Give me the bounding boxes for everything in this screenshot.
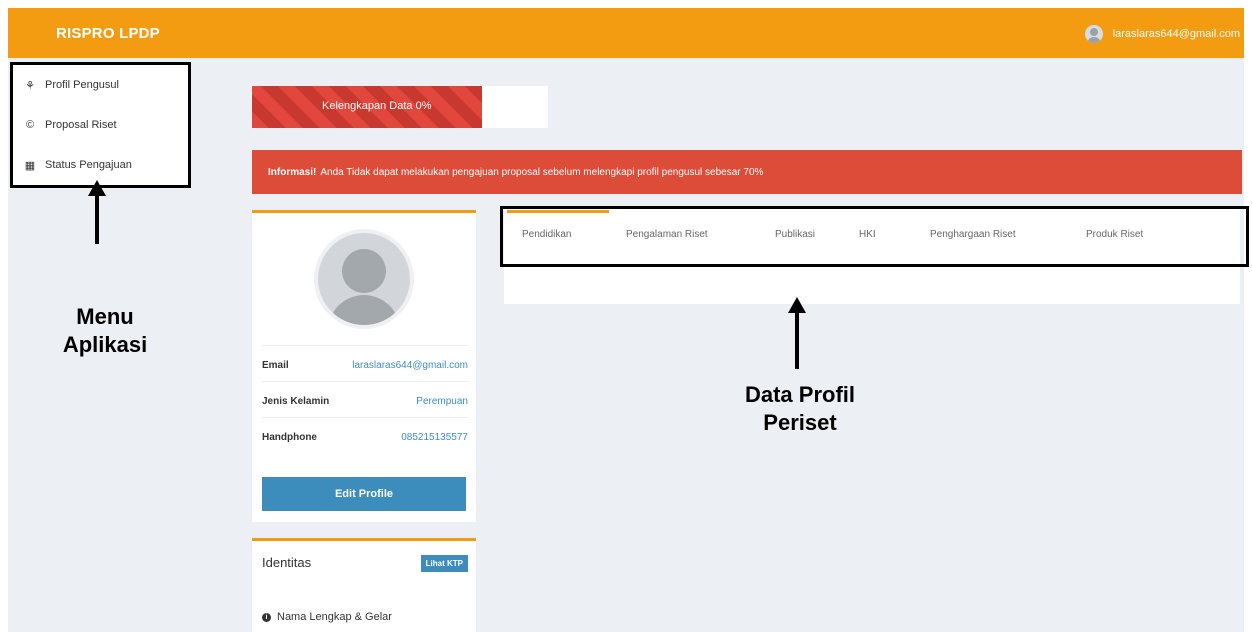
identity-title: Identitas	[262, 555, 312, 570]
user-email[interactable]: laraslaras644@gmail.com	[1113, 28, 1240, 40]
profile-card: Email laraslaras644@gmail.com Jenis Kela…	[252, 210, 476, 522]
grid-icon: ▦	[24, 159, 36, 172]
annotation-line: Menu	[76, 304, 134, 329]
annotation-line: Aplikasi	[62, 332, 148, 357]
sidebar-item-label: Proposal Riset	[45, 119, 117, 131]
app-page: RISPRO LPDP laraslaras644@gmail.com ⚘ Pr…	[0, 0, 1252, 632]
completeness-progress: Kelengkapan Data 0%	[252, 86, 548, 128]
top-navbar: RISPRO LPDP laraslaras644@gmail.com	[8, 8, 1244, 58]
alert-text: Anda Tidak dapat melakukan pengajuan pro…	[320, 166, 764, 178]
users-icon: ⚘	[25, 79, 35, 92]
arrow-shaft	[795, 311, 799, 369]
sidebar-item-proposal-riset[interactable]: © Proposal Riset	[13, 105, 188, 145]
info-icon: i	[262, 612, 271, 622]
annotation-menu-aplikasi: Menu Aplikasi	[30, 303, 180, 359]
progress-label: Kelengkapan Data 0%	[322, 100, 432, 112]
info-alert: Informasi! Anda Tidak dapat melakukan pe…	[252, 150, 1242, 194]
alert-title: Informasi!	[268, 166, 317, 178]
annotation-data-profil-periset: Data Profil Periset	[700, 381, 900, 437]
gender-row: Jenis Kelamin Perempuan	[262, 381, 468, 407]
user-menu[interactable]: laraslaras644@gmail.com	[1084, 25, 1240, 43]
email-row: Email laraslaras644@gmail.com	[262, 345, 468, 371]
phone-value: 085215135577	[401, 432, 468, 443]
avatar	[314, 229, 414, 329]
app-brand-logo[interactable]: RISPRO LPDP	[56, 25, 160, 42]
identity-card: Identitas Lihat KTP i Nama Lengkap & Gel…	[252, 538, 476, 632]
phone-label: Handphone	[262, 432, 317, 443]
user-avatar-icon	[1084, 25, 1103, 43]
view-ktp-button[interactable]: Lihat KTP	[420, 555, 468, 572]
copyright-icon: ©	[25, 119, 35, 131]
phone-row: Handphone 085215135577	[262, 417, 468, 443]
edit-profile-button[interactable]: Edit Profile	[262, 477, 466, 511]
email-value: laraslaras644@gmail.com	[352, 360, 468, 371]
gender-label: Jenis Kelamin	[262, 396, 330, 407]
annotation-line: Periset	[763, 410, 837, 435]
arrow-shaft	[95, 194, 99, 244]
sidebar-item-label: Status Pengajuan	[45, 159, 132, 171]
annotation-highlight-box	[500, 206, 1249, 267]
full-name-field: i Nama Lengkap & Gelar	[262, 611, 392, 623]
sidebar-item-status-pengajuan[interactable]: ▦ Status Pengajuan	[13, 145, 188, 185]
email-label: Email	[262, 360, 289, 371]
gender-value: Perempuan	[416, 396, 468, 407]
sidebar-item-label: Profil Pengusul	[45, 79, 119, 91]
full-name-label: Nama Lengkap & Gelar	[277, 611, 392, 623]
sidebar-menu: ⚘ Profil Pengusul © Proposal Riset ▦ Sta…	[10, 62, 191, 188]
annotation-line: Data Profil	[744, 382, 856, 407]
sidebar-item-profil-pengusul[interactable]: ⚘ Profil Pengusul	[13, 65, 188, 105]
